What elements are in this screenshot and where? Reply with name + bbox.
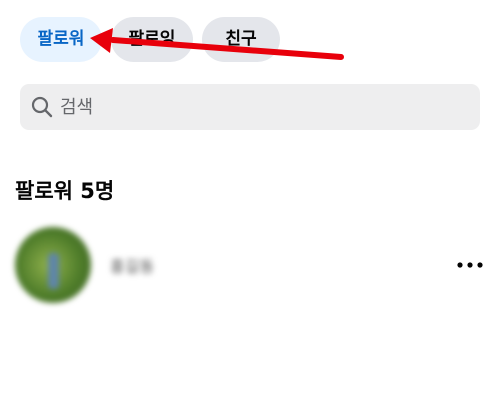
followers-count-heading: 팔로워 5명 [15, 179, 115, 203]
tab-following[interactable]: 팔로잉 [111, 17, 193, 62]
search-bar[interactable] [20, 84, 480, 130]
annotation-arrow [90, 28, 344, 60]
avatar-figure [48, 253, 59, 289]
tab-friends[interactable]: 친구 [202, 17, 280, 62]
more-options-button[interactable] [452, 253, 488, 277]
search-icon [31, 96, 53, 118]
list-item-follower[interactable]: 홍길동 [0, 225, 500, 305]
tab-bar: 팔로워 팔로잉 친구 [20, 17, 280, 62]
search-input[interactable] [60, 96, 460, 118]
follower-name[interactable]: 홍길동 [110, 253, 154, 277]
more-horizontal-icon [457, 262, 483, 268]
tab-followers[interactable]: 팔로워 [20, 17, 102, 62]
avatar[interactable] [15, 227, 91, 303]
